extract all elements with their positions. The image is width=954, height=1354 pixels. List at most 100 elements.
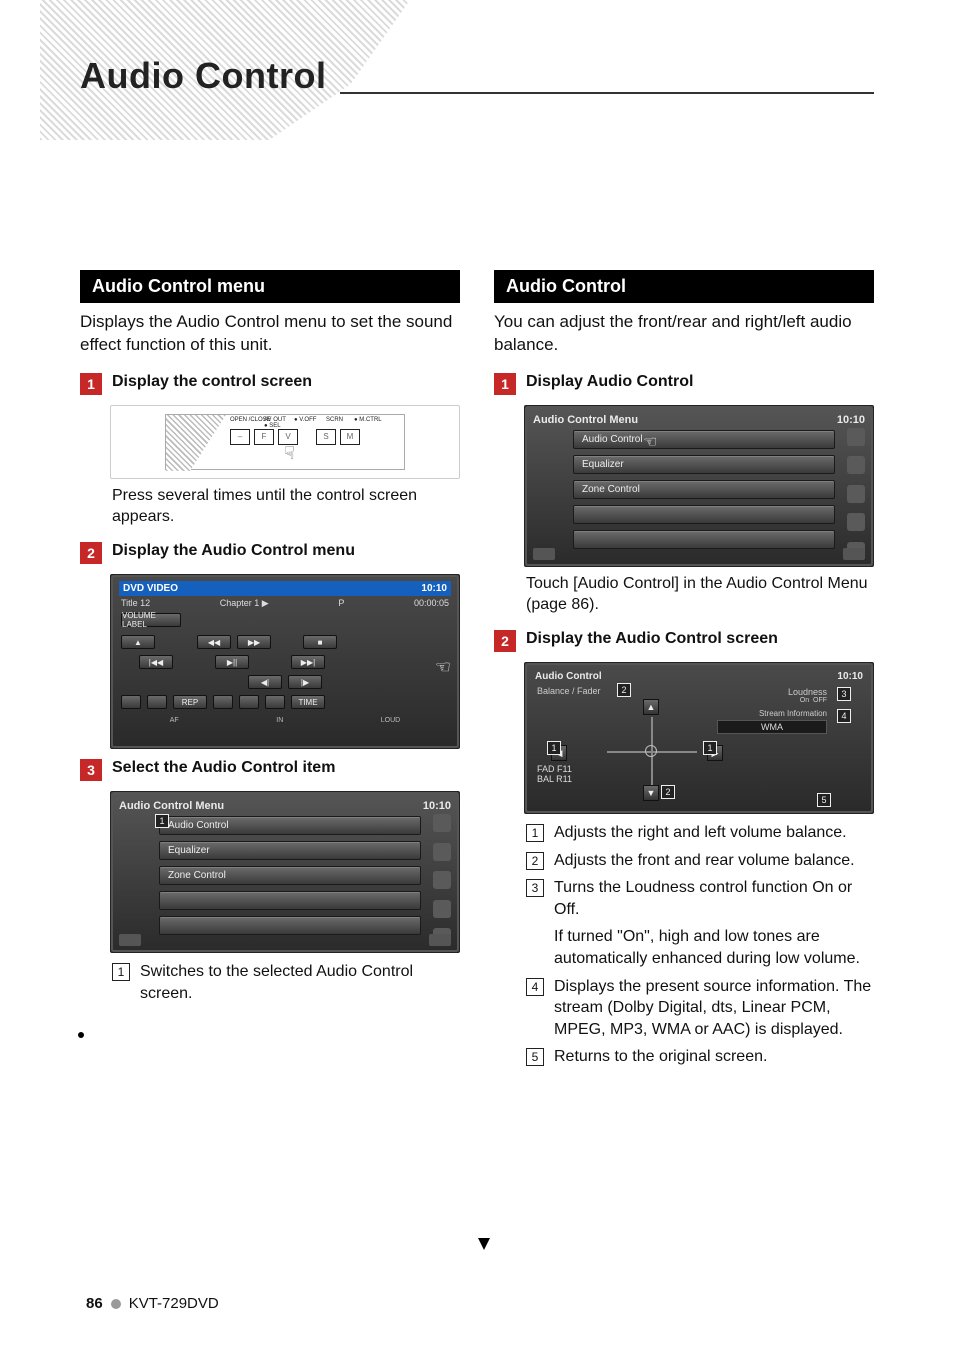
step-1: 1 Display the control screen <box>80 373 460 395</box>
dvd-btn-ff[interactable]: ▶▶ <box>237 635 271 649</box>
ac-loudness-label: Loudness <box>788 687 827 697</box>
foot-chip-left[interactable] <box>533 548 555 560</box>
menu-item-equalizer[interactable]: Equalizer <box>159 841 421 860</box>
hw-label-voff: ● V.OFF <box>294 417 316 423</box>
note-text: Turns the Loudness control function On o… <box>554 877 874 920</box>
callout-1b: 1 <box>703 741 717 755</box>
menu-item-blank2[interactable] <box>159 916 421 935</box>
step-2: 2 Display the Audio Control menu <box>80 542 460 564</box>
dvd-btn-next[interactable]: ▶▶| <box>291 655 325 669</box>
dvd-btn-eject[interactable]: ▲ <box>121 635 155 649</box>
foot-chip-right[interactable] <box>843 548 865 560</box>
step-r1: 1 Display Audio Control <box>494 373 874 395</box>
note-text: Adjusts the right and left volume balanc… <box>554 822 874 844</box>
hw-label-mctrl: ● M.CTRL <box>354 417 382 423</box>
hardware-panel: OPEN /CLOSE AV OUT ● SEL ● V.OFF SCRN ● … <box>165 414 405 470</box>
foot-chip-left[interactable] <box>119 934 141 946</box>
right-column: Audio Control You can adjust the front/r… <box>494 270 874 1074</box>
dvd-btn-time[interactable]: TIME <box>291 695 325 709</box>
ac-stream-label: Stream Information <box>717 709 827 718</box>
hand-pointer-icon: ☟ <box>284 443 295 464</box>
note-r4: 4 Displays the present source informatio… <box>526 976 874 1041</box>
hw-btn-minus[interactable]: – <box>230 429 250 445</box>
dvd-btn-playpause[interactable]: ▶|| <box>215 655 249 669</box>
note-r3-sub: If turned "On", high and low tones are a… <box>554 926 874 969</box>
figure-dvd-video: DVD VIDEO 10:10 Title 12 Chapter 1 ▶ P 0… <box>110 574 460 749</box>
arrow-up-icon[interactable]: ▲ <box>643 699 659 715</box>
side-icon[interactable] <box>847 513 865 531</box>
step-1-badge: 1 <box>80 373 102 395</box>
figure-audio-control-screen: Audio Control 10:10 Balance / Fader 2 Lo… <box>524 662 874 814</box>
dvd-in: IN <box>276 717 283 724</box>
dvd-p: P <box>338 598 344 609</box>
section-audio-control-menu: Audio Control menu <box>80 270 460 303</box>
note-box: 3 <box>526 879 544 897</box>
side-icon[interactable] <box>847 428 865 446</box>
menu-title-right: Audio Control Menu <box>533 414 638 426</box>
intro-right: You can adjust the front/rear and right/… <box>494 311 874 357</box>
note-r5: 5 Returns to the original screen. <box>526 1046 874 1068</box>
dvd-btn-rep[interactable]: REP <box>173 695 207 709</box>
hand-pointer-icon: ☜ <box>643 432 657 452</box>
dvd-btn-blank2[interactable] <box>147 695 167 709</box>
balance-fader-grid[interactable] <box>607 717 697 787</box>
menu-item-blank1[interactable] <box>159 891 421 910</box>
ac-off[interactable]: OFF <box>813 697 827 704</box>
note-text: Displays the present source information.… <box>554 976 874 1041</box>
menu-title-left: Audio Control Menu <box>119 800 224 812</box>
hw-btn-m[interactable]: M <box>340 429 360 445</box>
ac-on[interactable]: On <box>800 697 809 704</box>
dvd-btn-rew[interactable]: ◀◀ <box>197 635 231 649</box>
note-box: 1 <box>526 824 544 842</box>
hw-btn-s[interactable]: S <box>316 429 336 445</box>
dvd-btn-prev[interactable]: |◀◀ <box>139 655 173 669</box>
side-icon[interactable] <box>847 456 865 474</box>
menu-item-blank1[interactable] <box>573 505 835 524</box>
dvd-loud: LOUD <box>381 717 400 724</box>
dvd-btn-stop[interactable]: ■ <box>303 635 337 649</box>
arrow-down-icon[interactable]: ▼ <box>643 785 659 801</box>
side-icon[interactable] <box>433 843 451 861</box>
note-r1: 1 Adjusts the right and left volume bala… <box>526 822 874 844</box>
menu-item-equalizer[interactable]: Equalizer <box>573 455 835 474</box>
dvd-btn-blank5[interactable] <box>265 695 285 709</box>
menu-item-audio-control[interactable]: Audio Control <box>573 430 835 449</box>
note-left-1: 1 Switches to the selected Audio Control… <box>112 961 460 1004</box>
side-icon[interactable] <box>847 485 865 503</box>
hw-label-scrn: SCRN <box>326 417 343 423</box>
footer-dot-icon <box>111 1299 121 1309</box>
callout-1a: 1 <box>547 741 561 755</box>
intro-left: Displays the Audio Control menu to set t… <box>80 311 460 357</box>
menu-item-blank2[interactable] <box>573 530 835 549</box>
menu-panel-right: Audio Control Menu 10:10 Audio Control E… <box>525 406 873 566</box>
figure-audio-control-menu-left: Audio Control Menu 10:10 1 Audio Control… <box>110 791 460 953</box>
dvd-volume-label: VOLUME LABEL <box>121 613 181 627</box>
menu-item-zone-control[interactable]: Zone Control <box>159 866 421 885</box>
step-r2-title: Display the Audio Control screen <box>526 630 778 648</box>
foot-chip-right[interactable] <box>429 934 451 946</box>
dvd-btn-stepfwd[interactable]: |▶ <box>288 675 322 689</box>
model-name: KVT-729DVD <box>129 1295 219 1312</box>
menu-item-zone-control[interactable]: Zone Control <box>573 480 835 499</box>
header-rule <box>340 92 874 94</box>
dvd-chapter: Chapter 1 ▶ <box>220 598 269 609</box>
callout-5: 5 <box>817 793 831 807</box>
hw-btn-f[interactable]: F <box>254 429 274 445</box>
dvd-af: AF <box>170 717 179 724</box>
note-text-1: Switches to the selected Audio Control s… <box>140 961 460 1004</box>
dvd-elapsed: 00:00:05 <box>414 598 449 609</box>
dvd-btn-blank1[interactable] <box>121 695 141 709</box>
side-icon[interactable] <box>433 871 451 889</box>
dvd-btn-blank4[interactable] <box>239 695 259 709</box>
side-icons <box>433 814 453 946</box>
dvd-panel: DVD VIDEO 10:10 Title 12 Chapter 1 ▶ P 0… <box>111 575 459 748</box>
menu-item-audio-control[interactable]: Audio Control <box>159 816 421 835</box>
note-box: 5 <box>526 1048 544 1066</box>
dvd-btn-blank3[interactable] <box>213 695 233 709</box>
dvd-btn-stepback[interactable]: ◀| <box>248 675 282 689</box>
side-icon[interactable] <box>433 814 451 832</box>
page-footer: 86 KVT-729DVD <box>86 1295 219 1312</box>
step-1-caption: Press several times until the control sc… <box>112 485 460 528</box>
side-icon[interactable] <box>433 900 451 918</box>
menu-panel-left: Audio Control Menu 10:10 1 Audio Control… <box>111 792 459 952</box>
